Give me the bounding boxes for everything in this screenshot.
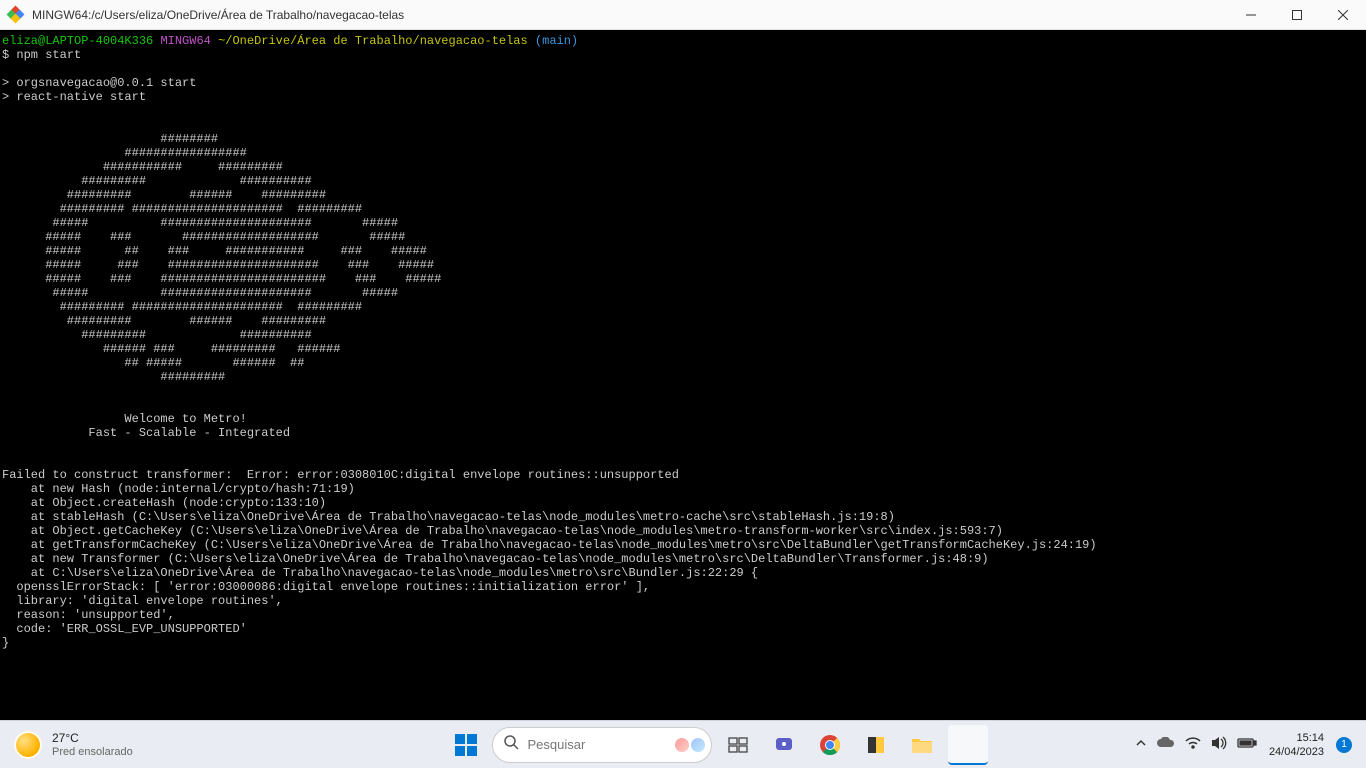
start-button[interactable] xyxy=(446,725,486,765)
error-line: at Object.createHash (node:crypto:133:10… xyxy=(2,496,326,510)
error-line: reason: 'unsupported', xyxy=(2,608,175,622)
task-view-button[interactable] xyxy=(718,725,758,765)
notes-icon[interactable] xyxy=(856,725,896,765)
metro-ascii-art: ######## ################# xyxy=(2,132,924,384)
taskbar-right: 15:14 24/04/2023 1 xyxy=(1135,731,1366,759)
weather-temp: 27°C xyxy=(52,731,133,745)
search-decoration xyxy=(675,738,705,752)
minimize-button[interactable] xyxy=(1228,0,1274,30)
close-button[interactable] xyxy=(1320,0,1366,30)
window-controls xyxy=(1228,0,1366,30)
file-explorer-icon[interactable] xyxy=(902,725,942,765)
weather-widget[interactable]: 27°C Pred ensolarado xyxy=(52,731,133,759)
error-line: at stableHash (C:\Users\eliza\OneDrive\Á… xyxy=(2,510,895,524)
prompt-symbol: $ xyxy=(2,48,9,62)
error-line: at Object.getCacheKey (C:\Users\eliza\On… xyxy=(2,524,1003,538)
battery-icon[interactable] xyxy=(1237,737,1257,752)
weather-condition: Pred ensolarado xyxy=(52,745,133,759)
window-title: MINGW64:/c/Users/eliza/OneDrive/Área de … xyxy=(32,8,1228,22)
error-line: opensslErrorStack: [ 'error:03000086:dig… xyxy=(2,580,650,594)
terminal-output[interactable]: eliza@LAPTOP-4004K336 MINGW64 ~/OneDrive… xyxy=(0,30,1366,720)
error-line: Failed to construct transformer: Error: … xyxy=(2,468,679,482)
taskbar-center: Pesquisar xyxy=(300,725,1135,765)
taskbar: 27°C Pred ensolarado Pesquisar xyxy=(0,720,1366,768)
prompt-cwd: ~/OneDrive/Área de Trabalho/navegacao-te… xyxy=(218,34,528,48)
weather-icon xyxy=(14,731,42,759)
search-icon xyxy=(503,734,519,755)
chat-button[interactable] xyxy=(764,725,804,765)
notification-badge[interactable]: 1 xyxy=(1336,737,1352,753)
titlebar[interactable]: MINGW64:/c/Users/eliza/OneDrive/Área de … xyxy=(0,0,1366,30)
taskbar-clock[interactable]: 15:14 24/04/2023 xyxy=(1269,731,1324,759)
error-line: at getTransformCacheKey (C:\Users\eliza\… xyxy=(2,538,1097,552)
taskbar-left[interactable]: 27°C Pred ensolarado xyxy=(0,731,300,759)
chevron-up-icon[interactable] xyxy=(1135,737,1147,752)
clock-date: 24/04/2023 xyxy=(1269,745,1324,759)
windows-logo-icon xyxy=(455,734,477,756)
error-line: library: 'digital envelope routines', xyxy=(2,594,283,608)
error-line: } xyxy=(2,636,9,650)
error-line: at C:\Users\eliza\OneDrive\Área de Traba… xyxy=(2,566,758,580)
welcome-line: Welcome to Metro! xyxy=(2,412,247,426)
prompt-shell: MINGW64 xyxy=(160,34,210,48)
git-bash-icon xyxy=(8,7,24,23)
prompt-user: eliza@LAPTOP-4004K336 xyxy=(2,34,153,48)
terminal-window: MINGW64:/c/Users/eliza/OneDrive/Área de … xyxy=(0,0,1366,720)
maximize-button[interactable] xyxy=(1274,0,1320,30)
git-bash-taskbar-icon[interactable] xyxy=(948,725,988,765)
wifi-icon[interactable] xyxy=(1185,737,1201,752)
clock-time: 15:14 xyxy=(1296,731,1324,745)
volume-icon[interactable] xyxy=(1211,736,1227,753)
command-text: npm start xyxy=(16,48,81,62)
prompt-branch: (main) xyxy=(535,34,578,48)
error-line: at new Hash (node:internal/crypto/hash:7… xyxy=(2,482,355,496)
chrome-icon[interactable] xyxy=(810,725,850,765)
onedrive-icon[interactable] xyxy=(1157,737,1175,752)
script-line: > orgsnavegacao@0.0.1 start xyxy=(2,76,196,90)
error-line: code: 'ERR_OSSL_EVP_UNSUPPORTED' xyxy=(2,622,247,636)
welcome-line: Fast - Scalable - Integrated xyxy=(2,426,290,440)
script-line: > react-native start xyxy=(2,90,146,104)
error-line: at new Transformer (C:\Users\eliza\OneDr… xyxy=(2,552,989,566)
taskbar-search[interactable]: Pesquisar xyxy=(492,727,712,763)
system-tray[interactable] xyxy=(1135,736,1257,753)
